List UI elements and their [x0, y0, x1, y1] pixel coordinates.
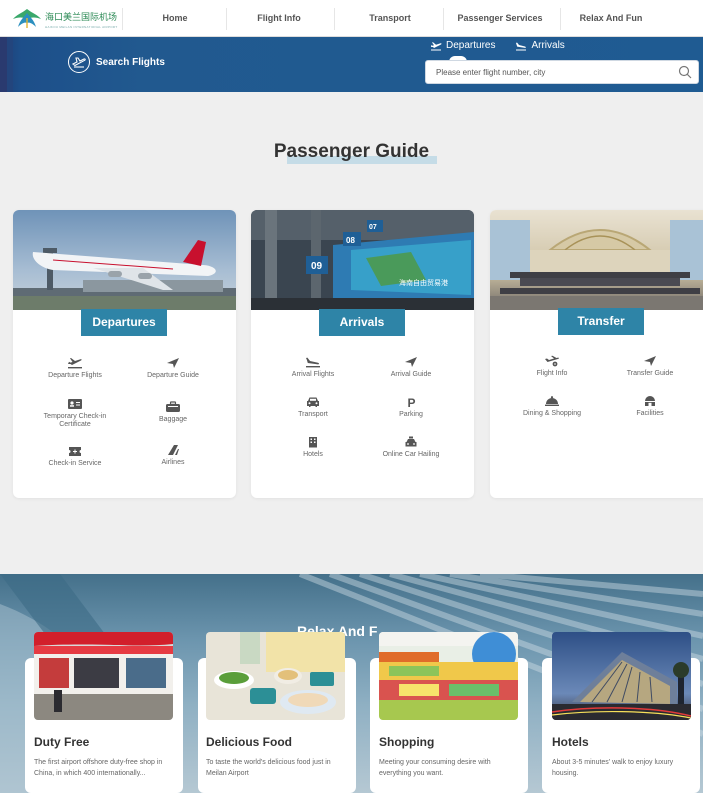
logo-subtext: HAIKOU MEILAN INTERNATIONAL AIRPORT: [45, 25, 118, 29]
departure-guide-label: Departure Guide: [147, 372, 199, 379]
transfer-card: Transfer Flight Info Transfer Guide Dini…: [490, 210, 703, 498]
arrival-flights-label: Arrival Flights: [291, 371, 335, 378]
arrival-flights-item[interactable]: Arrival Flights: [268, 356, 358, 379]
svg-text:P: P: [408, 396, 416, 408]
departures-image: [13, 210, 236, 310]
departures-badge[interactable]: Departures: [81, 309, 167, 336]
navigation-arrow-icon: [644, 356, 656, 366]
hotels-image: [552, 632, 691, 720]
duty-free-image: [34, 632, 173, 720]
departure-plane-icon: [68, 358, 82, 369]
id-card-icon: [68, 399, 82, 409]
transport-item[interactable]: Transport: [268, 396, 358, 419]
search-flights-icon: [68, 51, 90, 73]
hotel-building-icon: [309, 437, 317, 448]
shopping-text: Meeting your consuming desire with every…: [379, 759, 491, 777]
online-car-hailing-item[interactable]: Online Car Hailing: [366, 436, 456, 459]
duty-free-title: Duty Free: [34, 735, 90, 749]
transport-label: Transport: [298, 411, 328, 418]
arrival-plane-icon: [306, 357, 320, 368]
departure-guide-item[interactable]: Departure Guide: [128, 357, 218, 380]
taxi-icon: [405, 436, 417, 447]
baggage-item[interactable]: Baggage: [128, 401, 218, 424]
airlines-item[interactable]: Airlines: [128, 444, 218, 467]
car-icon: [307, 397, 319, 407]
logo-emblem-icon: [13, 9, 41, 28]
arrival-guide-item[interactable]: Arrival Guide: [366, 356, 456, 379]
shopping-title: Shopping: [379, 735, 435, 749]
parking-icon: P: [408, 396, 416, 408]
delicious-food-image: [206, 632, 345, 720]
delicious-food-title: Delicious Food: [206, 735, 293, 749]
navigation-arrow-icon: [167, 358, 179, 368]
online-car-hailing-label: Online Car Hailing: [382, 451, 440, 458]
nav-flight-info[interactable]: Flight Info: [248, 0, 310, 37]
tab-arrivals[interactable]: Arrivals: [515, 40, 565, 51]
nav-transport[interactable]: Transport: [360, 0, 420, 37]
facilities-item[interactable]: Facilities: [605, 395, 695, 418]
gate-label-07: 07: [369, 224, 377, 231]
arrival-guide-label: Arrival Guide: [390, 371, 432, 378]
transfer-guide-item[interactable]: Transfer Guide: [605, 355, 695, 378]
check-in-service-item[interactable]: Check-in Service: [30, 445, 120, 468]
airport-logo[interactable]: 海口美兰国际机场 HAIKOU MEILAN INTERNATIONAL AIR…: [12, 7, 117, 29]
transfer-image: [490, 210, 703, 310]
facilities-label: Facilities: [636, 410, 664, 417]
shopping-image: [379, 632, 518, 720]
search-icon[interactable]: [678, 65, 692, 79]
arrival-plane-icon: [516, 42, 527, 50]
search-flights-label: Search Flights: [96, 56, 165, 68]
ticket-icon: [69, 447, 81, 456]
hotels-label: Hotels: [303, 451, 323, 458]
navigation-arrow-icon: [405, 357, 417, 367]
duty-free-text: The first airport offshore duty-free sho…: [34, 759, 163, 777]
dining-shopping-item[interactable]: Dining & Shopping: [507, 395, 597, 418]
gate-label-08: 08: [346, 236, 355, 245]
hotels-title: Hotels: [552, 735, 589, 749]
search-flights-link[interactable]: Search Flights: [68, 51, 165, 73]
flight-info-label: Flight Info: [536, 370, 568, 377]
arrivals-badge[interactable]: Arrivals: [319, 309, 405, 336]
flight-type-tabs: Departures Arrivals: [430, 40, 565, 51]
flight-info-item[interactable]: Flight Info: [507, 355, 597, 378]
baggage-icon: [166, 401, 180, 412]
nav-passenger-services[interactable]: Passenger Services: [455, 0, 545, 37]
check-in-service-label: Check-in Service: [48, 460, 102, 467]
nav-relax-and-fun[interactable]: Relax And Fun: [575, 0, 647, 37]
airline-tail-icon: [168, 445, 179, 455]
logo-text: 海口美兰国际机场: [45, 13, 118, 23]
parking-item[interactable]: P Parking: [366, 396, 456, 419]
temporary-check-in-label: Temporary Check-in Certificate: [43, 413, 107, 428]
airlines-label: Airlines: [161, 459, 185, 466]
departure-plane-icon: [431, 41, 442, 50]
parking-label: Parking: [399, 411, 423, 418]
departure-flights-label: Departure Flights: [48, 372, 102, 379]
dining-cloche-icon: [545, 396, 559, 406]
hotels-text: About 3-5 minutes' walk to enjoy luxury …: [552, 759, 674, 777]
flight-search-input[interactable]: [426, 61, 666, 83]
transfer-plane-icon: [545, 355, 559, 367]
gate-label-09: 09: [311, 261, 323, 272]
arrivals-image: 09 08 07 海南自由贸易港: [251, 210, 474, 310]
departures-card: Departures Departure Flights Departure G…: [13, 210, 236, 498]
arrivals-card: 09 08 07 海南自由贸易港 Arrivals Arrival Flight…: [251, 210, 474, 498]
flight-search-box: [425, 60, 699, 84]
transfer-badge[interactable]: Transfer: [558, 308, 644, 335]
departure-flights-item[interactable]: Departure Flights: [30, 357, 120, 380]
delicious-food-text: To taste the world's delicious food just…: [206, 759, 331, 777]
hotels-item[interactable]: Hotels: [268, 436, 358, 459]
top-navigation: 海口美兰国际机场 HAIKOU MEILAN INTERNATIONAL AIR…: [0, 0, 703, 37]
tab-arrivals-label: Arrivals: [531, 40, 565, 51]
tab-departures-label: Departures: [446, 40, 496, 51]
baggage-label: Baggage: [158, 416, 188, 423]
passenger-guide-title: Passenger Guide: [273, 141, 430, 162]
tab-departures[interactable]: Departures: [430, 40, 495, 51]
facilities-icon: [645, 396, 655, 406]
dining-shopping-label: Dining & Shopping: [523, 410, 581, 417]
flight-search-banner: Search Flights Departures Arrivals: [0, 37, 703, 92]
screen-slogan: 海南自由贸易港: [399, 278, 448, 287]
temporary-check-in-item[interactable]: Temporary Check-in Certificate: [30, 398, 120, 429]
transfer-guide-label: Transfer Guide: [626, 370, 674, 377]
nav-home[interactable]: Home: [150, 0, 200, 37]
